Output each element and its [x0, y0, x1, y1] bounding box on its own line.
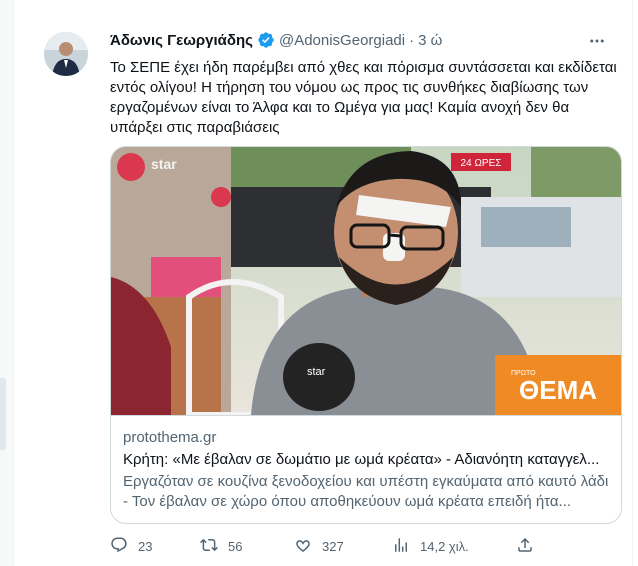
- link-card[interactable]: 24 ΩΡΕΣ star star ΠΡΩΤΟ ΘΕΜΑ protothema.…: [110, 146, 622, 524]
- more-icon[interactable]: [586, 30, 608, 52]
- reply-icon: [110, 536, 128, 557]
- views-count: 14,2 χιλ.: [420, 539, 469, 554]
- avatar[interactable]: [44, 32, 88, 76]
- scrollbar-thumb[interactable]: [0, 378, 6, 450]
- card-meta[interactable]: protothema.gr Κρήτη: «Με έβαλαν σε δωμάτ…: [111, 415, 621, 523]
- tweet-time[interactable]: 3 ώ: [418, 32, 442, 49]
- like-button[interactable]: 327: [294, 536, 344, 557]
- tweet[interactable]: Άδωνις Γεωργιάδης @AdonisGeorgiadi · 3 ώ…: [14, 0, 632, 566]
- logo-main: ΘΕΜΑ: [519, 375, 597, 405]
- reply-count: 23: [138, 539, 153, 554]
- card-title: Κρήτη: «Με έβαλαν σε δωμάτιο με ωμά κρέα…: [123, 451, 600, 468]
- share-button[interactable]: [516, 536, 534, 557]
- right-edge: [632, 0, 638, 566]
- card-description: Εργαζόταν σε κουζίνα ξενοδοχείου και υπέ…: [123, 473, 609, 510]
- separator-dot: ·: [409, 31, 415, 49]
- verified-badge-icon: [257, 31, 275, 49]
- left-scroll-edge: [0, 0, 14, 566]
- tweet-text: Το ΣΕΠΕ έχει ήδη παρέμβει από χθες και π…: [110, 59, 617, 136]
- author-handle[interactable]: @AdonisGeorgiadi: [279, 32, 405, 49]
- card-image[interactable]: 24 ΩΡΕΣ star star ΠΡΩΤΟ ΘΕΜΑ: [111, 147, 621, 415]
- retweet-icon: [200, 536, 218, 557]
- tweet-header: Άδωνις Γεωργιάδης @AdonisGeorgiadi · 3 ώ: [110, 31, 442, 49]
- card-domain: protothema.gr: [123, 429, 217, 446]
- like-count: 327: [322, 539, 344, 554]
- share-icon: [516, 536, 534, 557]
- views-button[interactable]: 14,2 χιλ.: [392, 536, 469, 557]
- image-sign: 24 ΩΡΕΣ: [461, 158, 502, 169]
- like-icon: [294, 536, 312, 557]
- author-name[interactable]: Άδωνις Γεωργιάδης: [110, 32, 253, 49]
- action-bar: 23 56 327 14,2 χιλ.: [110, 536, 610, 558]
- image-watermark: star: [151, 156, 177, 172]
- mic-label: star: [307, 366, 326, 378]
- retweet-button[interactable]: 56: [200, 536, 242, 557]
- views-icon: [392, 536, 410, 557]
- reply-button[interactable]: 23: [110, 536, 152, 557]
- retweet-count: 56: [228, 539, 243, 554]
